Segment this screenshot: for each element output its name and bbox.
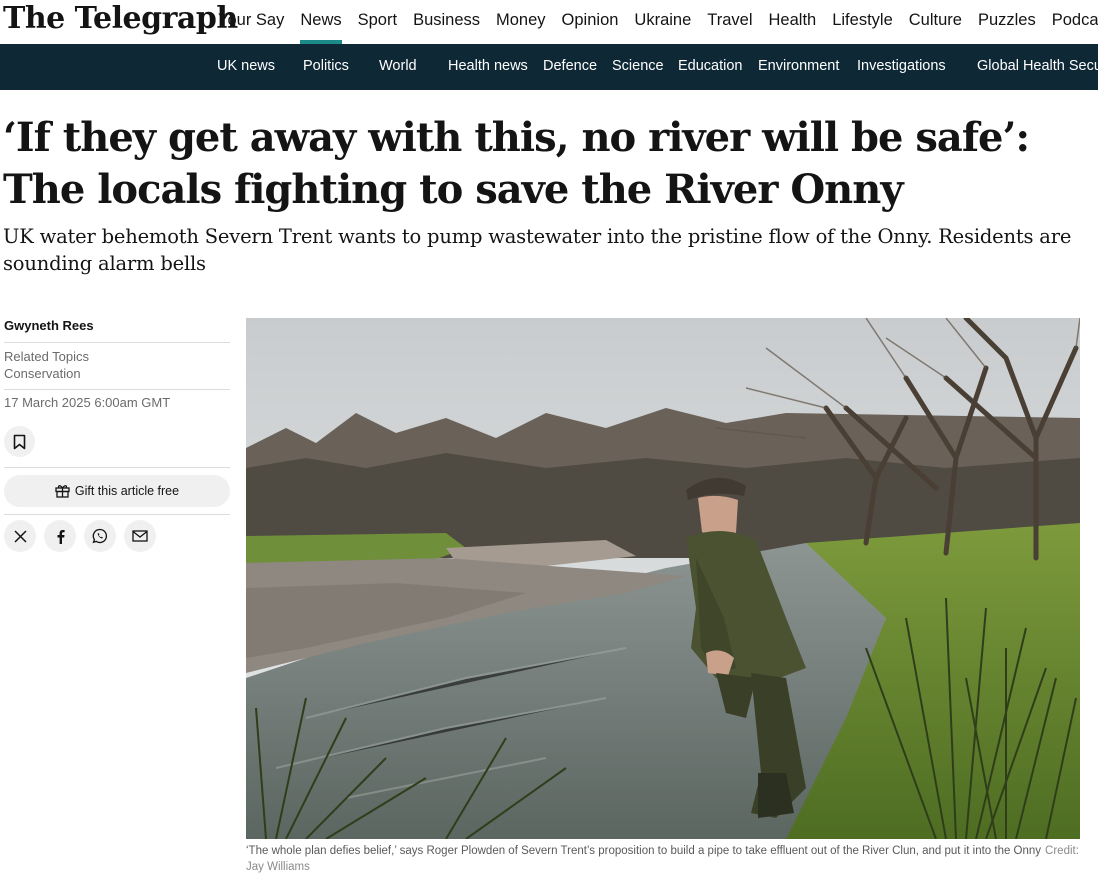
section-subnav: UK news Politics World Health news Defen…: [0, 44, 1098, 90]
article-meta: Gwyneth Rees Related Topics Conservation…: [4, 316, 230, 552]
subnav-item-defence[interactable]: Defence: [543, 44, 597, 90]
nav-item-ukraine[interactable]: Ukraine: [634, 0, 691, 44]
caption-text: ‘The whole plan defies belief,’ says Rog…: [246, 845, 1042, 857]
subnav-item-politics[interactable]: Politics: [303, 44, 349, 90]
nav-item-money[interactable]: Money: [496, 0, 546, 44]
article-standfirst: UK water behemoth Severn Trent wants to …: [3, 225, 1072, 275]
nav-item-travel[interactable]: Travel: [707, 0, 752, 44]
topic-link-conservation[interactable]: Conservation: [4, 365, 230, 383]
subnav-item-environment[interactable]: Environment: [758, 44, 839, 90]
photo-caption: ‘The whole plan defies belief,’ says Rog…: [246, 843, 1080, 875]
subnav-item-uk-news[interactable]: UK news: [217, 44, 275, 90]
gift-article-button[interactable]: Gift this article free: [4, 475, 230, 507]
subnav-item-education[interactable]: Education: [678, 44, 743, 90]
nav-item-lifestyle[interactable]: Lifestyle: [832, 0, 893, 44]
nav-item-opinion[interactable]: Opinion: [562, 0, 619, 44]
related-topics: Related Topics Conservation: [4, 343, 230, 389]
nav-item-health[interactable]: Health: [769, 0, 817, 44]
subnav-item-global-health-security[interactable]: Global Health Secu: [977, 44, 1098, 90]
author-name[interactable]: Gwyneth Rees: [4, 316, 230, 342]
nav-item-news[interactable]: News: [300, 0, 342, 44]
nav-item-your-say[interactable]: Your Say: [218, 0, 284, 44]
top-bar: The Telegraph Your Say News Sport Busine…: [0, 0, 1098, 44]
publish-date: 17 March 2025 6:00am GMT: [4, 395, 171, 410]
gift-article-label: Gift this article free: [74, 484, 180, 498]
share-row: [4, 514, 230, 552]
bookmark-icon: [13, 434, 26, 449]
article-headline: ‘If they get away with this, no river wi…: [3, 114, 1030, 213]
subnav-item-world[interactable]: World: [379, 44, 417, 90]
facebook-icon: [57, 529, 65, 544]
related-topics-label: Related Topics: [4, 349, 90, 364]
x-icon: [13, 529, 27, 543]
subnav-item-investigations[interactable]: Investigations: [857, 44, 946, 90]
nav-item-sport[interactable]: Sport: [358, 0, 397, 44]
share-facebook-button[interactable]: [44, 520, 76, 552]
share-email-button[interactable]: [124, 520, 156, 552]
nav-item-podcasts[interactable]: Podcas: [1052, 0, 1098, 44]
subnav-item-health-news[interactable]: Health news: [448, 44, 528, 90]
river-scene-image: [246, 318, 1080, 839]
nav-item-culture[interactable]: Culture: [909, 0, 962, 44]
gift-row: Gift this article free: [4, 467, 230, 507]
article-photo[interactable]: [246, 318, 1080, 839]
subnav-item-science[interactable]: Science: [612, 44, 664, 90]
gift-icon: [55, 485, 70, 498]
share-whatsapp-button[interactable]: [84, 520, 116, 552]
whatsapp-icon: [92, 528, 108, 544]
share-x-button[interactable]: [4, 520, 36, 552]
email-icon: [132, 530, 148, 542]
site-logo[interactable]: The Telegraph: [3, 1, 238, 36]
nav-item-puzzles[interactable]: Puzzles: [978, 0, 1036, 44]
bookmark-button[interactable]: [4, 426, 35, 457]
main-nav: Your Say News Sport Business Money Opini…: [218, 0, 1098, 44]
nav-item-business[interactable]: Business: [413, 0, 480, 44]
